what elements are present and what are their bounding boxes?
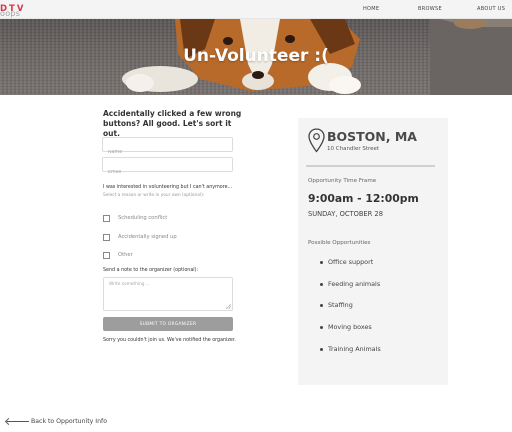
nav-link-home[interactable]: HOME bbox=[363, 6, 379, 12]
logo[interactable]: oops DTV bbox=[0, 3, 40, 18]
logo-text: DTV bbox=[0, 4, 26, 14]
email-field[interactable] bbox=[102, 157, 233, 179]
form-heading: Accidentally clicked a few wrong buttons… bbox=[103, 109, 242, 138]
bullet-icon bbox=[320, 282, 323, 286]
option-scheduling-conflict[interactable]: Scheduling conflict bbox=[103, 214, 167, 222]
hero-banner: Un-Volunteer :( bbox=[0, 19, 512, 95]
resize-grip-icon[interactable] bbox=[226, 304, 231, 309]
opportunity-label: Office support bbox=[328, 258, 374, 266]
confirmation-message: Sorry you couldn't join us. We've notifi… bbox=[103, 338, 236, 343]
divider bbox=[306, 165, 435, 167]
submit-button[interactable]: SUBMIT TO ORGANIZER bbox=[103, 317, 233, 331]
nav-link-browse[interactable]: BROWSE bbox=[418, 6, 442, 12]
event-date: SUNDAY, OCTOBER 28 bbox=[308, 210, 383, 218]
opportunity-item: Moving boxes bbox=[320, 323, 372, 331]
checkbox[interactable] bbox=[103, 214, 110, 222]
email-input[interactable] bbox=[103, 166, 232, 179]
back-to-opportunity-link[interactable]: Back to Opportunity Info bbox=[6, 418, 107, 425]
opportunity-item: Training Animals bbox=[320, 345, 381, 353]
bullet-icon bbox=[320, 260, 323, 264]
possible-opportunities-label: Possible Opportunities bbox=[308, 240, 371, 246]
reason-hint: Select a reason or write in your own (op… bbox=[103, 193, 205, 198]
reason-question: I was interested in volunteering but I c… bbox=[103, 185, 233, 190]
opportunity-label: Training Animals bbox=[328, 345, 381, 353]
option-other[interactable]: Other bbox=[103, 251, 133, 259]
city: BOSTON, MA bbox=[327, 129, 417, 144]
name-field[interactable] bbox=[102, 137, 233, 159]
arrow-left-icon bbox=[6, 420, 29, 423]
note-label: Send a note to the organizer (optional): bbox=[103, 268, 199, 273]
bullet-icon bbox=[320, 303, 323, 307]
opportunity-item: Feeding animals bbox=[320, 280, 380, 288]
note-box[interactable] bbox=[103, 277, 233, 311]
opportunity-label: Staffing bbox=[328, 301, 353, 309]
time-frame-label: Opportunity Time Frame bbox=[308, 178, 377, 184]
option-label: Scheduling conflict bbox=[118, 215, 168, 221]
option-label: Other bbox=[118, 252, 133, 258]
note-textarea[interactable] bbox=[104, 278, 232, 310]
time-range: 9:00am - 12:00pm bbox=[308, 192, 419, 205]
top-nav: oops DTV HOME BROWSE ABOUT US bbox=[0, 0, 512, 19]
street-address: 10 Chandler Street bbox=[327, 146, 380, 152]
bullet-icon bbox=[320, 347, 323, 351]
option-accidentally-signed-up[interactable]: Accidentally signed up bbox=[103, 233, 177, 241]
opportunity-card: BOSTON, MA 10 Chandler Street Opportunit… bbox=[298, 118, 448, 385]
opportunity-item: Office support bbox=[320, 258, 373, 266]
location-pin-icon bbox=[308, 128, 325, 153]
bullet-icon bbox=[320, 325, 323, 329]
opportunity-item: Staffing bbox=[320, 301, 353, 309]
hero-title: Un-Volunteer :( bbox=[183, 46, 329, 66]
back-link-label: Back to Opportunity Info bbox=[31, 418, 107, 425]
nav-link-about-us[interactable]: ABOUT US bbox=[477, 6, 505, 12]
opportunity-label: Feeding animals bbox=[328, 280, 381, 288]
checkbox[interactable] bbox=[103, 233, 110, 241]
opportunity-label: Moving boxes bbox=[328, 323, 372, 331]
checkbox[interactable] bbox=[103, 251, 110, 259]
option-label: Accidentally signed up bbox=[118, 234, 177, 240]
